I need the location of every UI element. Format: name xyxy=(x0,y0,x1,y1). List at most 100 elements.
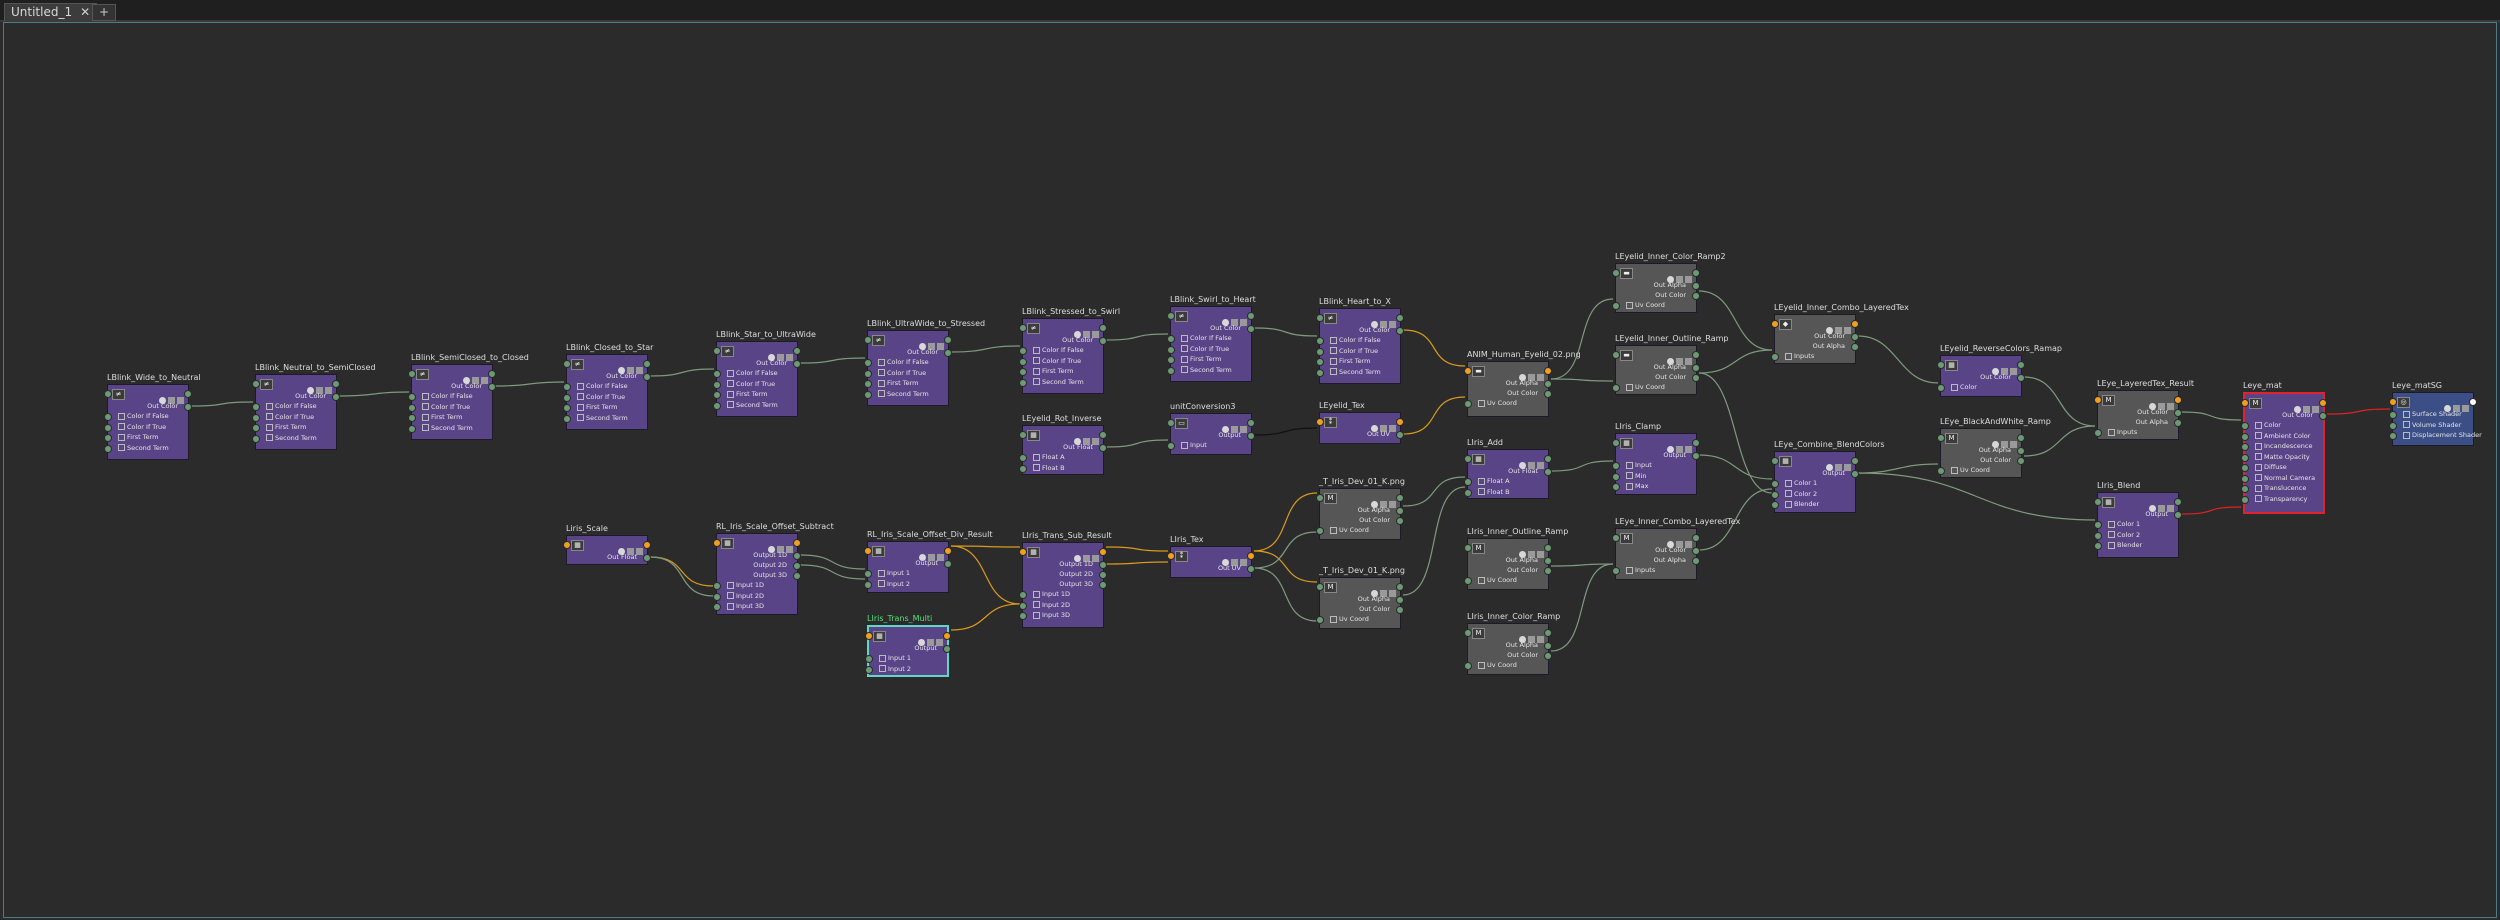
node-view-buttons[interactable] xyxy=(1220,551,1247,566)
node-input-plug[interactable] xyxy=(1316,583,1324,591)
node-input-plug[interactable] xyxy=(2094,498,2102,506)
input-plug[interactable] xyxy=(1316,337,1324,345)
node-view-buttons[interactable] xyxy=(616,540,643,555)
node-output-plug[interactable] xyxy=(643,541,651,549)
input-plug[interactable] xyxy=(713,592,721,601)
input-port[interactable]: Second Term xyxy=(422,424,473,432)
input-plug[interactable] xyxy=(1019,601,1027,610)
input-port[interactable]: Color If False xyxy=(422,392,473,400)
node-output-plug[interactable] xyxy=(1544,455,1552,463)
node-view-buttons[interactable] xyxy=(1990,360,2017,375)
input-plug[interactable] xyxy=(252,413,260,422)
output-port[interactable]: Out Alpha xyxy=(1506,641,1538,649)
input-port[interactable]: Inputs xyxy=(1785,352,1814,360)
output-port[interactable]: Out Alpha xyxy=(1813,342,1845,350)
output-port[interactable]: Out Color xyxy=(147,402,178,410)
output-plug[interactable] xyxy=(1247,325,1255,333)
input-port[interactable]: Second Term xyxy=(1033,378,1084,386)
input-port[interactable]: Uv Coord xyxy=(1478,399,1517,407)
output-plug[interactable] xyxy=(1544,567,1552,575)
input-port[interactable]: Uv Coord xyxy=(1478,576,1517,584)
output-plug[interactable] xyxy=(2174,511,2182,519)
node-leyelid-tex[interactable]: ⁑ Out UV xyxy=(1316,412,1404,444)
output-plug[interactable] xyxy=(2174,419,2182,427)
node-input-plug[interactable] xyxy=(104,390,112,398)
node-output-plug[interactable] xyxy=(944,336,952,344)
node-lblink-star-to-ultrawide[interactable]: ≠ Out Color Color If False Color If True Fir… xyxy=(713,341,801,417)
node-input-plug[interactable] xyxy=(2389,398,2397,406)
node-liris-inner-outline-ramp[interactable]: M Out Alpha Out Color Uv Coord xyxy=(1464,538,1552,590)
input-port[interactable]: First Term xyxy=(878,379,919,387)
input-port[interactable]: Color If True xyxy=(577,393,625,401)
input-port[interactable]: Color If False xyxy=(727,369,778,377)
input-plug[interactable] xyxy=(2094,542,2102,550)
input-plug[interactable] xyxy=(1612,462,1620,470)
input-port[interactable]: Input xyxy=(1626,461,1652,469)
output-plug[interactable] xyxy=(184,403,192,411)
node-output-plug[interactable] xyxy=(1247,312,1255,320)
node-view-buttons[interactable] xyxy=(1665,268,1692,283)
input-plug[interactable] xyxy=(864,390,872,399)
input-plug[interactable] xyxy=(408,393,416,401)
input-plug[interactable] xyxy=(2241,495,2249,504)
output-port[interactable]: Out Alpha xyxy=(1654,281,1686,289)
node-view-buttons[interactable] xyxy=(1517,454,1544,469)
input-plug[interactable] xyxy=(563,414,571,423)
output-plug[interactable] xyxy=(1099,444,1107,452)
input-port[interactable]: Second Term xyxy=(878,390,929,398)
input-plug[interactable] xyxy=(2241,474,2249,483)
output-port[interactable]: Output xyxy=(1663,451,1686,459)
output-plug[interactable] xyxy=(1851,333,1859,341)
output-plug[interactable] xyxy=(1692,374,1700,382)
output-plug[interactable] xyxy=(2017,457,2025,465)
input-plug[interactable] xyxy=(104,444,112,453)
input-port[interactable]: Second Term xyxy=(577,414,628,422)
input-port[interactable]: Color 1 xyxy=(1785,479,1817,487)
node-output-plug[interactable] xyxy=(944,547,952,555)
input-plug[interactable] xyxy=(1316,358,1324,366)
node-view-buttons[interactable] xyxy=(1220,418,1247,433)
input-port[interactable]: Ambient Color xyxy=(2255,432,2310,440)
input-plug[interactable] xyxy=(864,359,872,367)
input-port[interactable]: Float A xyxy=(1478,477,1510,485)
node-input-plug[interactable] xyxy=(1612,351,1620,359)
input-port[interactable]: Input 2D xyxy=(1033,601,1070,609)
node-liris-add[interactable]: ▦ Out Float Float A Float B xyxy=(1464,449,1552,499)
input-port[interactable]: First Term xyxy=(1330,357,1371,365)
output-port[interactable]: Out Color xyxy=(1655,546,1686,554)
input-port[interactable]: Color If True xyxy=(266,413,314,421)
input-plug[interactable] xyxy=(1316,347,1324,356)
input-port[interactable]: Surface Shader xyxy=(2403,410,2462,418)
input-plug[interactable] xyxy=(104,434,112,442)
input-plug[interactable] xyxy=(1316,527,1324,535)
input-port[interactable]: Input 3D xyxy=(1033,611,1070,619)
input-port[interactable]: Input 1 xyxy=(879,654,911,662)
input-port[interactable]: First Term xyxy=(577,403,618,411)
node-input-plug[interactable] xyxy=(1167,419,1175,427)
output-port[interactable]: Out Color xyxy=(1980,373,2011,381)
node-lblink-semiclosed-to-closed[interactable]: ≠ Out Color Color If False Color If True Fir… xyxy=(408,364,496,440)
output-port[interactable]: Out Color xyxy=(295,392,326,400)
input-port[interactable]: Input 1D xyxy=(1033,590,1070,598)
input-port[interactable]: Inputs xyxy=(2108,428,2137,436)
node-view-buttons[interactable] xyxy=(1369,417,1396,432)
output-port[interactable]: Out Alpha xyxy=(1979,446,2011,454)
output-plug[interactable] xyxy=(2174,409,2182,417)
node-output-plug[interactable] xyxy=(1396,314,1404,322)
node-liris-inner-color-ramp[interactable]: M Out Alpha Out Color Uv Coord xyxy=(1464,623,1552,675)
node-liris-blend[interactable]: ▦ Output Color 1 Color 2 Blender xyxy=(2094,492,2182,558)
output-port[interactable]: Out Color xyxy=(1359,516,1390,524)
input-port[interactable]: Min xyxy=(1626,472,1647,480)
input-plug[interactable] xyxy=(2241,485,2249,493)
node-leyelid-reversecolors-ramap[interactable]: ▦ Out Color Color xyxy=(1937,355,2025,397)
node-input-plug[interactable] xyxy=(252,380,260,388)
node-input-plug[interactable] xyxy=(864,547,872,555)
node-unitconversion3[interactable]: ▭ Output Input xyxy=(1167,413,1255,455)
node-output-plug[interactable] xyxy=(943,632,951,640)
output-plug[interactable] xyxy=(1099,571,1107,579)
input-port[interactable]: First Term xyxy=(1181,355,1222,363)
output-plug[interactable] xyxy=(2017,447,2025,455)
node-output-plug[interactable] xyxy=(184,390,192,398)
node-output-plug[interactable] xyxy=(488,370,496,378)
input-plug[interactable] xyxy=(713,603,721,611)
